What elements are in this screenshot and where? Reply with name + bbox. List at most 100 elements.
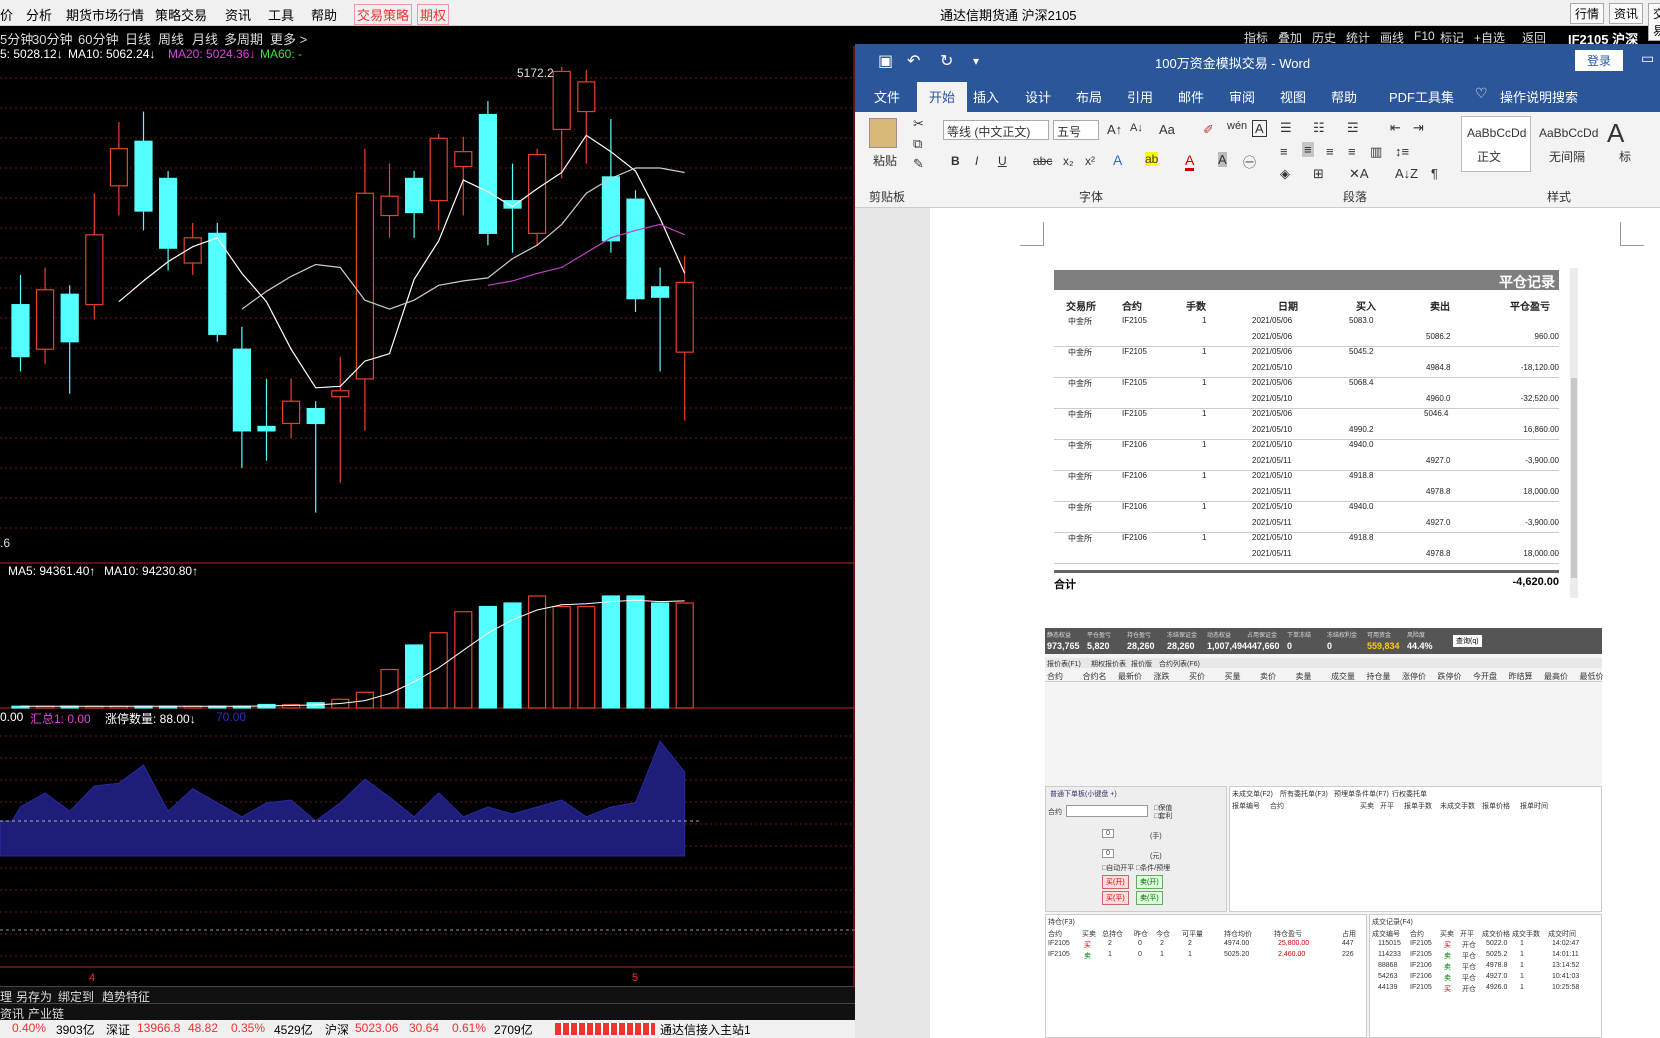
menu-item-analysis[interactable]: 分析 [26,5,52,24]
tab-review[interactable]: 审阅 [1229,87,1255,106]
buy-open-button[interactable]: 买(开) [1102,875,1129,889]
tab-file[interactable]: 文件 [874,87,900,106]
menu-item-trade-strategy[interactable]: 交易策略 [354,4,413,25]
undo-icon[interactable]: ↶ [907,51,920,71]
arbitrage-checkbox[interactable]: □套利 [1154,811,1172,821]
tab-pdf-tools[interactable]: PDF工具集 [1389,87,1454,106]
grow-font-icon[interactable]: A↑ [1107,122,1122,137]
menu-item-price[interactable]: 价 [0,5,13,24]
style-heading-preview[interactable]: A [1607,118,1624,149]
login-button[interactable]: 登录 [1575,50,1624,71]
order-qty-input[interactable]: 0 [1102,829,1114,838]
shading-icon[interactable]: ◈ [1280,166,1290,182]
font-size-select[interactable]: 五号 [1053,120,1099,140]
menu-item-futures-quotes[interactable]: 期货市场行情 [66,5,144,24]
style-no-spacing-preview[interactable]: AaBbCcDd [1539,126,1598,140]
sort-icon[interactable]: A↓Z [1395,166,1418,181]
clear-format-icon[interactable]: ✐ [1203,122,1214,138]
tab-design[interactable]: 设计 [1025,87,1051,106]
menu-item-news[interactable]: 资讯 [225,5,251,24]
char-border-icon[interactable]: A [1252,120,1267,137]
order-price-input[interactable]: 0 [1102,849,1114,858]
phonetic-guide-icon[interactable]: wén [1227,120,1247,132]
tab-help[interactable]: 帮助 [1331,87,1357,106]
bullets-icon[interactable]: ☰ [1280,120,1292,136]
subscript-icon[interactable]: x₂ [1063,154,1074,168]
query-button[interactable]: 查询(q) [1453,635,1482,647]
show-marks-icon[interactable]: ¶ [1431,166,1438,181]
pending-tab[interactable]: 所有委托单(F3) [1280,789,1328,799]
tab-mailings[interactable]: 邮件 [1178,87,1204,106]
pending-tab[interactable]: 预埋单条件单(F7) [1334,789,1389,799]
document-page[interactable]: 平仓记录 交易所 合约 手数 日期 买入 卖出 平仓盈亏 中金所 IF2105 1 2… [930,208,1660,1038]
quote-tab[interactable]: 期权报价表 [1091,659,1126,669]
menu-item-options[interactable]: 期权 [417,4,450,25]
redo-icon[interactable]: ↻ [940,51,953,71]
font-color-icon[interactable]: A [1185,152,1195,171]
quote-tab[interactable]: 合约列表(F6) [1159,659,1200,669]
align-left-icon[interactable]: ≡ [1280,144,1288,159]
quote-tab[interactable]: 报价版 [1131,659,1152,669]
strikethrough-icon[interactable]: abc [1033,154,1052,168]
tab-view[interactable]: 视图 [1280,87,1306,106]
tab-insert[interactable]: 插入 [973,87,999,106]
vol-ma10: MA10: 94230.80↑ [104,564,199,578]
news-button[interactable]: 资讯 [1609,3,1644,24]
shrink-font-icon[interactable]: A↓ [1130,122,1143,134]
multilevel-list-icon[interactable]: ☲ [1347,120,1359,136]
borders-icon[interactable]: ⊞ [1313,166,1324,182]
pending-tab[interactable]: 未成交单(F2) [1232,789,1273,799]
total-label: 合计 [1054,579,1076,591]
condition-checkbox[interactable]: □条件/预埋 [1136,863,1170,873]
font-name-select[interactable]: 等线 (中文正文) [943,120,1049,140]
vertical-scrollbar[interactable] [1570,268,1578,598]
tab-references[interactable]: 引用 [1127,87,1153,106]
italic-icon[interactable]: I [975,154,978,168]
justify-icon[interactable]: ≡ [1348,144,1356,159]
customize-qa-icon[interactable]: ▾ [973,54,979,68]
order-contract-input[interactable] [1066,805,1148,817]
tool-f10[interactable]: F10 [1414,29,1435,43]
decrease-indent-icon[interactable]: ⇤ [1390,120,1401,136]
tell-me-search[interactable]: 操作说明搜索 [1500,87,1578,106]
text-effects-icon[interactable]: A [1113,152,1122,168]
menu-item-tools[interactable]: 工具 [268,5,294,24]
tab-layout[interactable]: 布局 [1076,87,1102,106]
underline-icon[interactable]: U [998,154,1007,168]
bold-icon[interactable]: B [951,154,960,168]
acct-label: 冻结权利金 [1327,633,1358,639]
highlight-icon[interactable]: ab [1145,152,1159,166]
save-icon[interactable]: ▣ [878,51,893,71]
line-spacing-icon[interactable]: ↕≡ [1395,144,1409,159]
buy-close-button[interactable]: 买(平) [1102,891,1129,905]
positions-tab[interactable]: 持仓(F3) [1048,917,1075,927]
chinese-layout-icon[interactable]: ✕A [1349,166,1369,182]
superscript-icon[interactable]: x² [1085,154,1095,168]
tab-home[interactable]: 开始 [917,82,968,112]
copy-icon[interactable]: ⧉ [913,136,922,152]
distributed-icon[interactable]: ▥ [1370,144,1382,160]
char-shading-icon[interactable]: A [1218,152,1227,167]
align-right-icon[interactable]: ≡ [1326,144,1334,159]
quote-tab[interactable]: 报价表(F1) [1047,659,1081,669]
sell-open-button[interactable]: 卖(开) [1136,875,1163,889]
numbering-icon[interactable]: ☷ [1313,120,1325,136]
ribbon-display-icon[interactable]: ▭ [1641,50,1654,67]
pending-tab[interactable]: 行权委托单 [1392,789,1427,799]
sell-close-button[interactable]: 卖(平) [1136,891,1163,905]
align-center-icon[interactable]: ≡ [1302,142,1314,157]
paste-button-label[interactable]: 粘贴 [873,152,897,169]
deals-tab[interactable]: 成交记录(F4) [1372,917,1413,927]
scrollbar-thumb[interactable] [1571,378,1577,578]
quotes-button[interactable]: 行情 [1570,3,1605,24]
change-case-icon[interactable]: Aa [1159,122,1175,137]
enclose-char-icon[interactable]: ㊀ [1243,152,1256,171]
cell-close-date: 2021/05/11 [1252,518,1292,527]
auto-openclose-checkbox[interactable]: □自动开平 [1102,863,1134,873]
menu-item-strategy-trade[interactable]: 策略交易 [155,5,207,24]
paste-icon[interactable] [869,118,897,148]
increase-indent-icon[interactable]: ⇥ [1413,120,1424,136]
format-painter-icon[interactable]: ✎ [913,156,924,172]
menu-item-help[interactable]: 帮助 [311,5,337,24]
cut-icon[interactable]: ✂ [913,116,924,132]
